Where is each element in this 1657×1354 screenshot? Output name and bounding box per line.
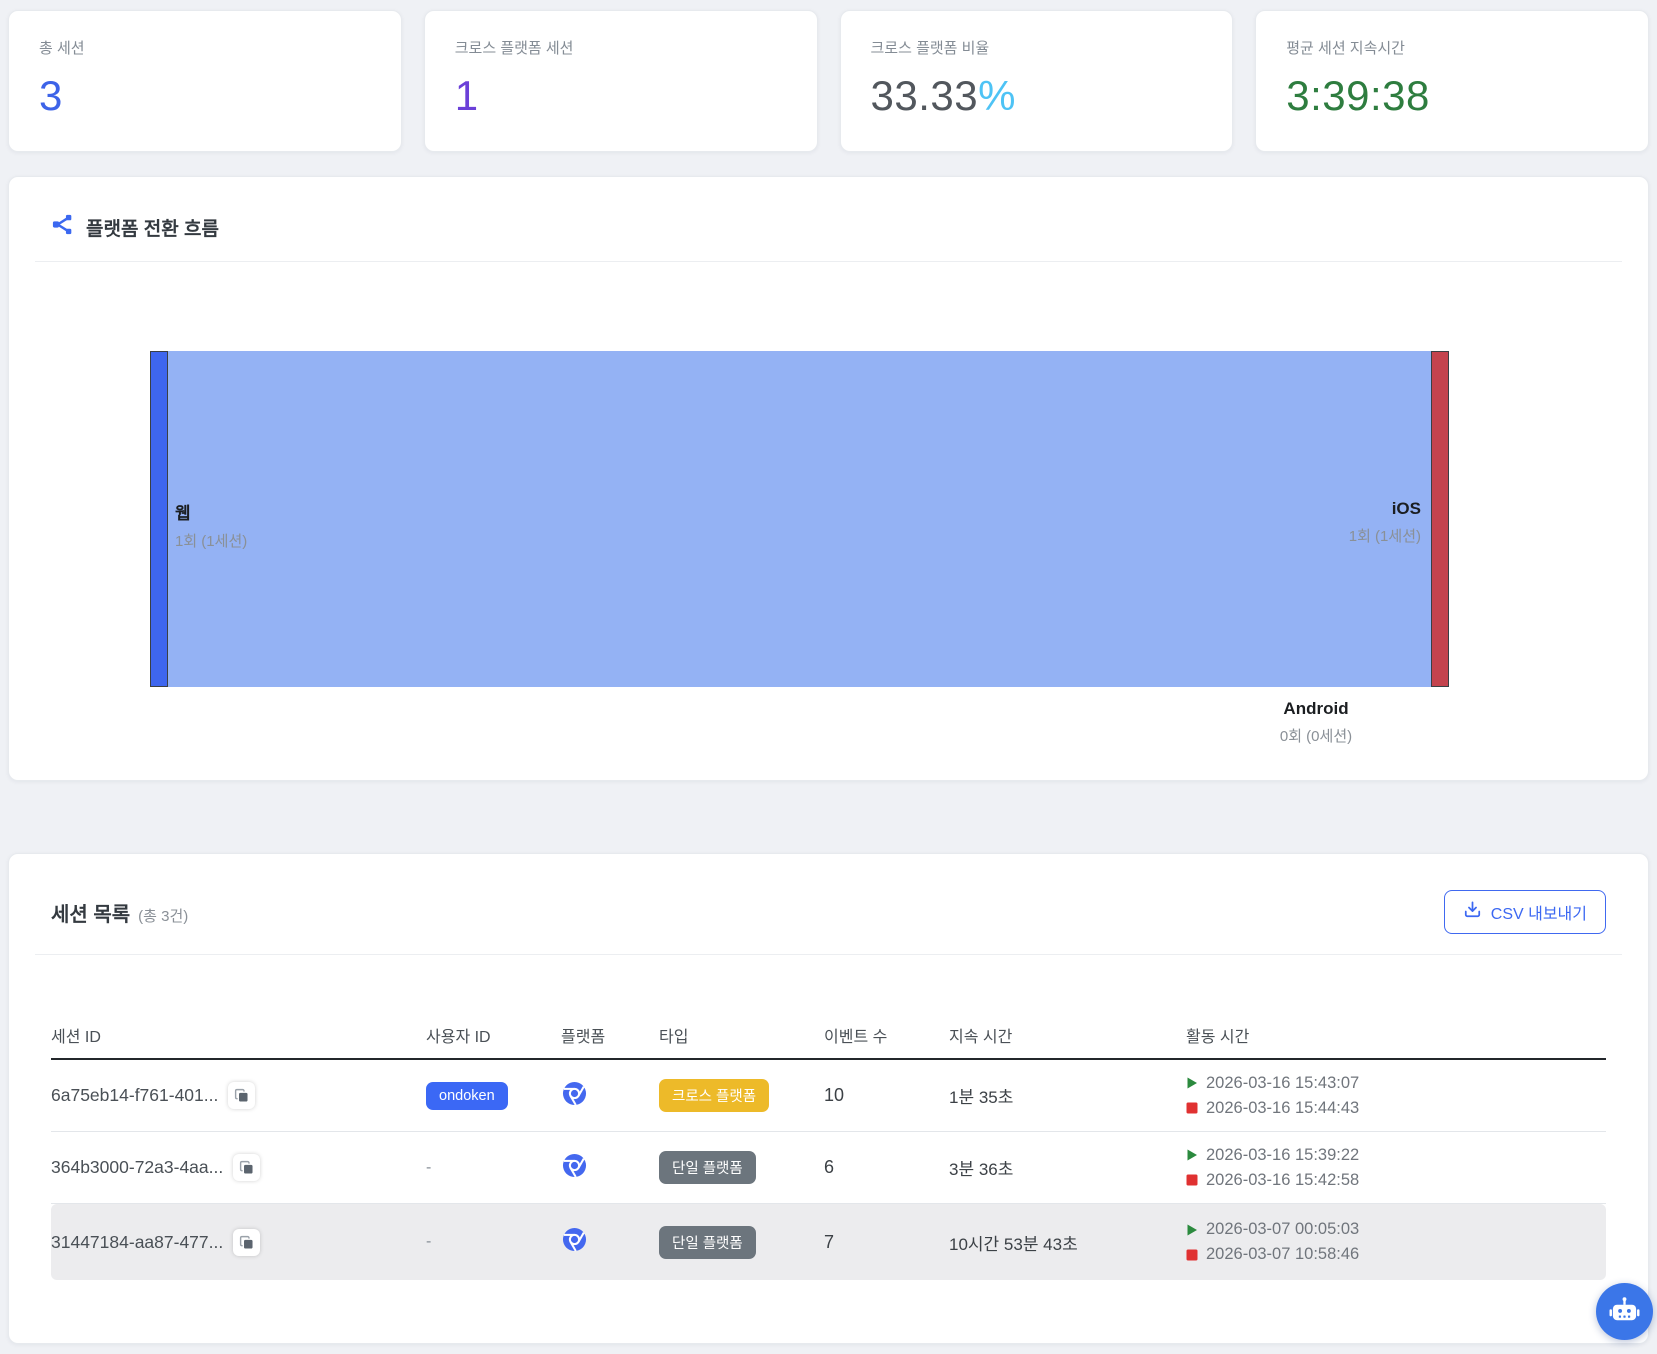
sankey-label-android: Android 0회 (0세션) [1280,699,1352,746]
copy-icon [233,1087,250,1104]
chrome-icon [561,1152,659,1184]
end-time: 2026-03-07 10:58:46 [1206,1245,1359,1264]
start-icon [1186,1149,1198,1161]
session-list-title: 세션 목록(총 3건) [51,898,188,927]
stat-card-total-sessions: 총 세션 3 [8,10,402,152]
user-id-empty: - [426,1159,561,1177]
sankey-label-ios: iOS 1회 (1세션) [1349,499,1421,546]
stat-label: 크로스 플랫폼 세션 [455,37,787,58]
start-icon [1186,1077,1198,1089]
stat-value-suffix: % [978,72,1016,119]
stat-label: 총 세션 [39,37,371,58]
stat-value: 33.33 [871,72,979,119]
stat-value: 1 [455,72,787,120]
node-name: 웹 [175,499,247,524]
copy-icon [238,1159,255,1176]
flow-panel-header: 플랫폼 전환 흐름 [35,177,1622,262]
stat-card-cross-platform-sessions: 크로스 플랫폼 세션 1 [424,10,818,152]
download-icon [1463,900,1482,924]
stat-value: 3:39:38 [1286,72,1618,120]
stat-value: 3 [39,72,371,120]
user-id-badge: ondoken [426,1082,508,1110]
csv-export-label: CSV 내보내기 [1491,900,1587,924]
dashboard-page: 총 세션 3 크로스 플랫폼 세션 1 크로스 플랫폼 비율 33.33% 평균… [0,0,1657,1354]
csv-export-button[interactable]: CSV 내보내기 [1444,890,1606,934]
session-table: 세션 ID 사용자 ID 플랫폼 타입 이벤트 수 지속 시간 활동 시간 6a… [9,955,1648,1280]
col-header-platform: 플랫폼 [561,1023,659,1047]
flow-icon [51,213,74,241]
col-header-session-id: 세션 ID [51,1023,426,1047]
chrome-icon [561,1080,659,1112]
stat-label: 크로스 플랫폼 비율 [871,37,1203,58]
node-name: Android [1280,699,1352,719]
stat-card-cross-platform-ratio: 크로스 플랫폼 비율 33.33% [840,10,1234,152]
table-row[interactable]: 31447184-aa87-477... - [51,1204,1606,1280]
session-panel-header: 세션 목록(총 3건) CSV 내보내기 [35,854,1622,955]
col-header-duration: 지속 시간 [949,1023,1186,1047]
sankey-label-web: 웹 1회 (1세션) [175,499,247,551]
duration: 10시간 53분 43초 [949,1230,1186,1255]
sankey-node-ios[interactable] [1431,351,1449,687]
activity-time: 2026-03-16 15:43:07 2026-03-16 15:44:43 [1186,1074,1606,1118]
node-count: 1회 (1세션) [175,530,247,551]
stats-row: 총 세션 3 크로스 플랫폼 세션 1 크로스 플랫폼 비율 33.33% 평균… [0,0,1657,152]
copy-session-id-button[interactable] [233,1154,260,1181]
chrome-icon [561,1226,659,1258]
col-header-events: 이벤트 수 [824,1023,949,1047]
sankey-node-web[interactable] [150,351,168,687]
session-id-text: 6a75eb14-f761-401... [51,1085,218,1106]
user-id-empty: - [426,1233,561,1251]
duration: 1분 35초 [949,1083,1186,1108]
session-type-badge: 단일 플랫폼 [659,1226,756,1259]
col-header-user-id: 사용자 ID [426,1023,561,1047]
end-time: 2026-03-16 15:42:58 [1206,1171,1359,1190]
activity-time: 2026-03-07 00:05:03 2026-03-07 10:58:46 [1186,1220,1606,1264]
chatbot-fab-button[interactable] [1596,1283,1653,1340]
start-time: 2026-03-07 00:05:03 [1206,1220,1359,1239]
robot-icon [1609,1295,1640,1329]
node-count: 0회 (0세션) [1280,725,1352,746]
col-header-type: 타입 [659,1023,824,1047]
node-name: iOS [1349,499,1421,519]
stat-card-avg-session-duration: 평균 세션 지속시간 3:39:38 [1255,10,1649,152]
start-time: 2026-03-16 15:39:22 [1206,1146,1359,1165]
session-count-note: (총 3건) [138,908,188,925]
start-time: 2026-03-16 15:43:07 [1206,1074,1359,1093]
copy-session-id-button[interactable] [228,1082,255,1109]
event-count: 10 [824,1085,949,1106]
end-icon [1186,1249,1198,1261]
session-list-panel: 세션 목록(총 3건) CSV 내보내기 세션 ID 사용자 ID 플랫폼 타입 [8,853,1649,1344]
node-count: 1회 (1세션) [1349,525,1421,546]
event-count: 7 [824,1232,949,1253]
activity-time: 2026-03-16 15:39:22 2026-03-16 15:42:58 [1186,1146,1606,1190]
event-count: 6 [824,1157,949,1178]
table-row[interactable]: 6a75eb14-f761-401... ondoken [51,1060,1606,1132]
session-id-text: 364b3000-72a3-4aa... [51,1157,223,1178]
stat-label: 평균 세션 지속시간 [1286,37,1618,58]
copy-icon [238,1234,255,1251]
end-icon [1186,1174,1198,1186]
sankey-chart: 웹 1회 (1세션) iOS 1회 (1세션) Android 0회 (0세션) [9,262,1648,779]
col-header-activity: 활동 시간 [1186,1023,1606,1047]
end-time: 2026-03-16 15:44:43 [1206,1099,1359,1118]
session-type-badge: 단일 플랫폼 [659,1151,756,1184]
platform-flow-panel: 플랫폼 전환 흐름 웹 1회 (1세션) iOS 1회 (1세션) Androi… [8,176,1649,781]
table-row[interactable]: 364b3000-72a3-4aa... - [51,1132,1606,1204]
duration: 3분 36초 [949,1155,1186,1180]
end-icon [1186,1102,1198,1114]
start-icon [1186,1224,1198,1236]
session-id-text: 31447184-aa87-477... [51,1232,223,1253]
copy-session-id-button[interactable] [233,1229,260,1256]
table-header-row: 세션 ID 사용자 ID 플랫폼 타입 이벤트 수 지속 시간 활동 시간 [51,1012,1606,1060]
session-type-badge: 크로스 플랫폼 [659,1079,769,1112]
sankey-link-web-to-ios[interactable] [168,351,1431,687]
flow-panel-title: 플랫폼 전환 흐름 [86,214,219,241]
